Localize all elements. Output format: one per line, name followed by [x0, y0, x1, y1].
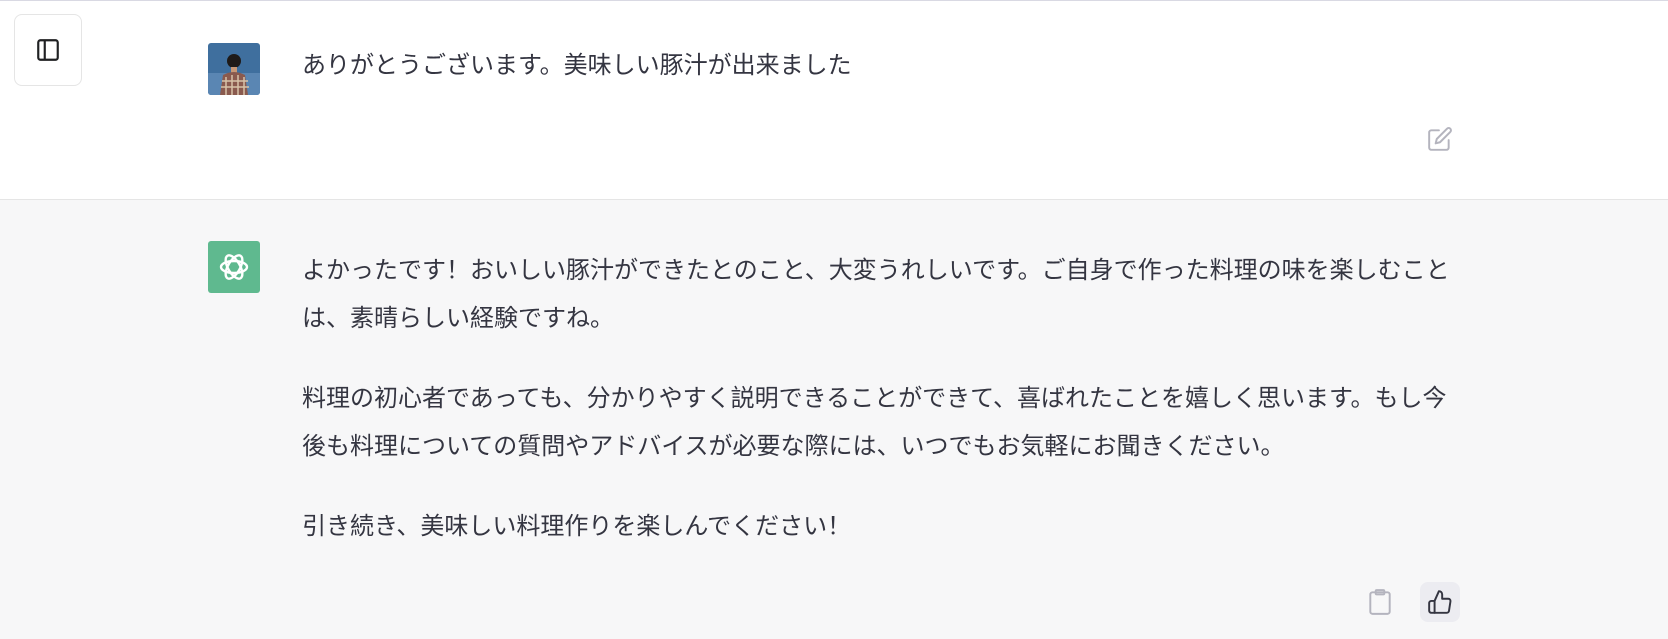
chat-page: ありがとうございます。美味しい豚汁が出来ました よかったです！おいしい豚汁ができ…	[0, 0, 1668, 639]
edit-icon	[1428, 127, 1452, 151]
copy-button[interactable]	[1364, 586, 1396, 618]
reply-paragraph: よかったです！おいしい豚汁ができたとのこと、大変うれしいです。ご自身で作った料理…	[302, 256, 1450, 332]
edit-message-button[interactable]	[1426, 125, 1454, 153]
reply-paragraph: 料理の初心者であっても、分かりやすく説明できることができて、喜ばれたことを嬉しく…	[302, 384, 1447, 460]
user-avatar	[208, 43, 260, 95]
clipboard-icon	[1369, 589, 1391, 615]
user-message-row: ありがとうございます。美味しい豚汁が出来ました	[0, 1, 1668, 200]
sidebar-toggle-button[interactable]	[14, 14, 82, 86]
sidebar-toggle-icon	[37, 39, 59, 61]
user-avatar-photo	[208, 43, 260, 95]
chatgpt-logo-icon	[219, 254, 249, 280]
assistant-message-text: よかったです！おいしい豚汁ができたとのこと、大変うれしいです。ご自身で作った料理…	[302, 246, 1462, 582]
assistant-avatar	[208, 241, 260, 293]
reply-paragraph: 引き続き、美味しい料理作りを楽しんでください！	[302, 512, 852, 540]
thumbs-up-icon	[1428, 590, 1452, 614]
thumbs-up-button[interactable]	[1420, 582, 1460, 622]
user-message-text: ありがとうございます。美味しい豚汁が出来ました	[302, 51, 852, 79]
